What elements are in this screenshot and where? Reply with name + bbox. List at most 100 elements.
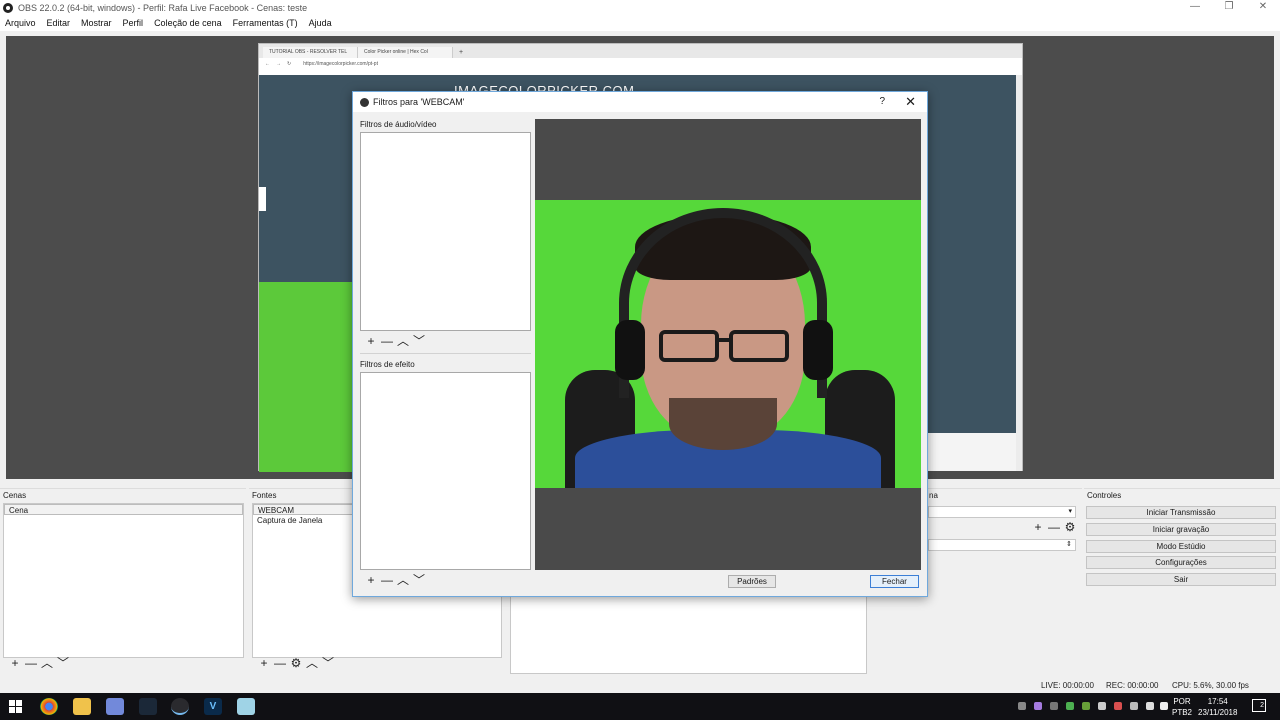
rec-status: REC: 00:00:00 bbox=[1106, 681, 1159, 690]
browser-url: https://imagecolorpicker.com/pt-pt bbox=[303, 60, 378, 67]
obs-taskbar-icon[interactable] bbox=[171, 698, 189, 715]
settings-button[interactable]: Configurações bbox=[1086, 556, 1276, 569]
scenes-list[interactable]: Cena bbox=[3, 503, 244, 658]
maximize-button[interactable]: ❐ bbox=[1212, 0, 1246, 15]
tray-app-icon[interactable] bbox=[1130, 702, 1138, 710]
browser-address-bar: ← → ↻ https://imagecolorpicker.com/pt-pt bbox=[259, 58, 1022, 69]
status-bar: LIVE: 00:00:00 REC: 00:00:00 CPU: 5.6%, … bbox=[0, 679, 1280, 693]
tray-app-icon[interactable] bbox=[1034, 702, 1042, 710]
language-indicator[interactable]: POR PTB2 bbox=[1172, 696, 1192, 718]
close-dialog-button[interactable]: Fechar bbox=[870, 575, 919, 588]
discord-icon[interactable] bbox=[106, 698, 124, 715]
minimize-button[interactable]: — bbox=[1178, 0, 1212, 15]
move-down-button[interactable]: ﹀ bbox=[320, 657, 336, 671]
scenes-toolbar: + — ︿ ﹀ bbox=[3, 656, 71, 672]
move-up-button[interactable]: ︿ bbox=[39, 657, 55, 671]
headphone-earcup bbox=[803, 320, 833, 380]
studio-mode-button[interactable]: Modo Estúdio bbox=[1086, 540, 1276, 553]
add-filter-button[interactable]: + bbox=[363, 574, 379, 588]
close-icon[interactable]: ✕ bbox=[905, 94, 916, 110]
headphone-earcup bbox=[615, 320, 645, 380]
windows-start-icon[interactable] bbox=[9, 700, 22, 713]
remove-source-button[interactable]: — bbox=[272, 657, 288, 671]
tray-app-icon[interactable] bbox=[1066, 702, 1074, 710]
dialog-title-bar: Filtros para 'WEBCAM' ? ✕ bbox=[353, 92, 927, 112]
page-marker bbox=[259, 187, 266, 211]
add-filter-button[interactable]: + bbox=[363, 335, 379, 349]
audio-video-filters-list[interactable] bbox=[360, 132, 531, 331]
back-icon: ← bbox=[265, 60, 270, 67]
tray-app-icon[interactable] bbox=[1082, 702, 1090, 710]
remove-filter-button[interactable]: — bbox=[379, 574, 395, 588]
tray-app-icon[interactable] bbox=[1098, 702, 1106, 710]
move-down-button[interactable]: ﹀ bbox=[411, 574, 427, 588]
close-window-button[interactable]: ✕ bbox=[1246, 0, 1280, 15]
mixer-panel bbox=[510, 596, 867, 674]
window-controls: — ❐ ✕ bbox=[1178, 0, 1280, 15]
menu-arquivo[interactable]: Arquivo bbox=[5, 18, 36, 28]
file-explorer-icon[interactable] bbox=[73, 698, 91, 715]
move-down-button[interactable]: ﹀ bbox=[411, 335, 427, 349]
audio-video-filters-label: Filtros de áudio/vídeo bbox=[360, 120, 437, 129]
start-recording-button[interactable]: Iniciar gravação bbox=[1086, 523, 1276, 536]
filter-preview bbox=[535, 119, 921, 570]
move-up-button[interactable]: ︿ bbox=[304, 657, 320, 671]
remove-transition-button[interactable]: — bbox=[1046, 521, 1062, 535]
glasses-lens bbox=[729, 330, 789, 362]
keyboard-layout: PTB2 bbox=[1172, 708, 1193, 717]
move-up-button[interactable]: ︿ bbox=[395, 335, 411, 349]
remove-filter-button[interactable]: — bbox=[379, 335, 395, 349]
list-item[interactable]: Cena bbox=[4, 504, 243, 515]
exit-button[interactable]: Sair bbox=[1086, 573, 1276, 586]
add-transition-button[interactable]: + bbox=[1030, 521, 1046, 535]
menu-perfil[interactable]: Perfil bbox=[123, 18, 144, 28]
menu-ajuda[interactable]: Ajuda bbox=[309, 18, 332, 28]
source-properties-gear-icon[interactable]: ⚙ bbox=[288, 657, 304, 671]
browser-scrollbar bbox=[1016, 75, 1022, 471]
tray-app-icon[interactable] bbox=[1018, 702, 1026, 710]
audio-video-filters-toolbar: + — ︿ ﹀ bbox=[359, 334, 427, 350]
language-code: POR bbox=[1173, 697, 1191, 706]
transition-select[interactable]: ▾ bbox=[928, 506, 1076, 518]
menu-bar: Arquivo Editar Mostrar Perfil Coleção de… bbox=[0, 15, 1280, 31]
menu-colecao-de-cena[interactable]: Coleção de cena bbox=[154, 18, 222, 28]
filters-dialog: Filtros para 'WEBCAM' ? ✕ Filtros de áud… bbox=[352, 91, 928, 597]
add-scene-button[interactable]: + bbox=[7, 657, 23, 671]
webcam-image bbox=[535, 200, 921, 488]
network-icon[interactable] bbox=[1146, 702, 1154, 710]
tray-app-icon[interactable] bbox=[1114, 702, 1122, 710]
notification-center-icon[interactable]: 2 bbox=[1252, 699, 1266, 712]
new-tab-icon: + bbox=[459, 49, 464, 56]
menu-mostrar[interactable]: Mostrar bbox=[81, 18, 112, 28]
help-icon[interactable]: ? bbox=[879, 96, 885, 107]
browser-tabs: TUTORIAL OBS - RESOLVER TEL Color Picker… bbox=[259, 44, 1022, 58]
glasses-lens bbox=[659, 330, 719, 362]
notepad-icon[interactable] bbox=[237, 698, 255, 715]
person-beard bbox=[669, 398, 777, 450]
move-up-button[interactable]: ︿ bbox=[395, 574, 411, 588]
start-streaming-button[interactable]: Iniciar Transmissão bbox=[1086, 506, 1276, 519]
cpu-status: CPU: 5.6%, 30.00 fps bbox=[1172, 681, 1249, 690]
clock-date: 23/11/2018 bbox=[1198, 708, 1238, 717]
menu-editar[interactable]: Editar bbox=[47, 18, 71, 28]
effect-filters-list[interactable] bbox=[360, 372, 531, 570]
obs-logo-icon bbox=[3, 2, 13, 13]
tray-app-icon[interactable] bbox=[1050, 702, 1058, 710]
dialog-title: Filtros para 'WEBCAM' bbox=[373, 97, 465, 107]
reload-icon: ↻ bbox=[287, 60, 292, 67]
chrome-icon[interactable] bbox=[40, 698, 58, 715]
add-source-button[interactable]: + bbox=[256, 657, 272, 671]
window-title: OBS 22.0.2 (64-bit, windows) - Perfil: R… bbox=[18, 2, 308, 13]
vegas-icon[interactable]: V bbox=[204, 698, 222, 715]
steam-icon[interactable] bbox=[139, 698, 157, 715]
move-down-button[interactable]: ﹀ bbox=[55, 657, 71, 671]
controls-dock-title: Controles bbox=[1084, 488, 1280, 501]
system-clock[interactable]: 17:54 23/11/2018 bbox=[1198, 696, 1237, 718]
duration-spinbox[interactable]: ⇕ bbox=[928, 539, 1076, 551]
volume-icon[interactable] bbox=[1160, 702, 1168, 710]
menu-ferramentas[interactable]: Ferramentas (T) bbox=[233, 18, 298, 28]
transition-toolbar: + — ⚙ bbox=[1026, 520, 1078, 536]
remove-scene-button[interactable]: — bbox=[23, 657, 39, 671]
defaults-button[interactable]: Padrões bbox=[728, 575, 776, 588]
transition-gear-icon[interactable]: ⚙ bbox=[1062, 521, 1078, 535]
